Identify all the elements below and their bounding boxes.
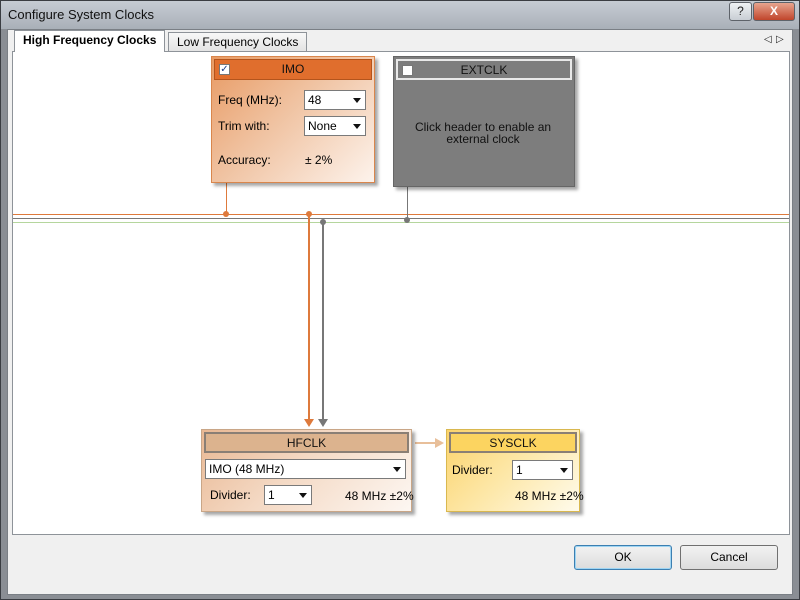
- hfclk-title: HFCLK: [286, 436, 327, 450]
- hfclk-block: HFCLK IMO (48 MHz) Divider: 1 48 MHz ±2%: [201, 429, 414, 512]
- imo-feed-junction-dot: [306, 211, 312, 217]
- extclk-header[interactable]: EXTCLK: [396, 59, 572, 80]
- hfclk-source-select[interactable]: IMO (48 MHz): [205, 459, 406, 479]
- extclk-message: Click header to enable an external clock: [414, 120, 552, 146]
- extclk-junction-dot: [404, 217, 410, 223]
- hfclk-divider-value: 1: [268, 488, 275, 502]
- imo-header[interactable]: ✓ IMO: [214, 59, 372, 80]
- sysclk-title: SYSCLK: [489, 436, 537, 450]
- sysclk-header: SYSCLK: [449, 432, 577, 453]
- dialog-client-area: High Frequency Clocks Low Frequency Cloc…: [7, 29, 793, 595]
- imo-block: ✓ IMO Freq (MHz): 48 Trim with: None Acc…: [211, 56, 375, 183]
- extclk-drop-line: [407, 187, 408, 218]
- hfclk-freq-text: 48 MHz ±2%: [345, 489, 414, 503]
- extclk-feed-junction-dot: [320, 219, 326, 225]
- chevron-down-icon: [299, 493, 307, 498]
- close-button[interactable]: X: [753, 2, 795, 21]
- ok-button[interactable]: OK: [574, 545, 672, 570]
- imo-enable-checkbox[interactable]: ✓: [219, 64, 230, 75]
- imo-accuracy-label: Accuracy:: [218, 153, 271, 167]
- tab-high-frequency-clocks[interactable]: High Frequency Clocks: [14, 30, 166, 52]
- sysclk-divider-value: 1: [516, 463, 523, 477]
- hfclk-divider-label: Divider:: [210, 488, 251, 502]
- tab-scroll-right-icon[interactable]: ▷: [776, 34, 784, 45]
- sysclk-divider-label: Divider:: [452, 463, 493, 477]
- title-bar: Configure System Clocks ? X: [1, 1, 799, 29]
- hfclk-divider-select[interactable]: 1: [264, 485, 312, 505]
- hfclk-to-sysclk-arrow-icon: [435, 438, 444, 448]
- imo-accuracy-value: ± 2%: [305, 153, 333, 167]
- extclk-feed-arrow-icon: [318, 419, 328, 427]
- extclk-title: EXTCLK: [460, 63, 508, 77]
- tab-strip: High Frequency Clocks Low Frequency Cloc…: [8, 30, 792, 52]
- configure-clocks-dialog: Configure System Clocks ? X High Frequen…: [0, 0, 800, 600]
- imo-trim-value: None: [308, 119, 337, 133]
- extclk-block: EXTCLK Click header to enable an externa…: [393, 56, 575, 187]
- hfclk-source-value: IMO (48 MHz): [209, 462, 285, 476]
- tab-scroll-left-icon[interactable]: ◁: [764, 34, 772, 45]
- chevron-down-icon: [353, 124, 361, 129]
- imo-title: IMO: [281, 62, 305, 76]
- hfclk-header: HFCLK: [204, 432, 409, 453]
- hfclk-to-sysclk-line: [415, 442, 437, 444]
- sysclk-freq-text: 48 MHz ±2%: [515, 489, 584, 503]
- imo-junction-dot: [223, 211, 229, 217]
- chevron-down-icon: [353, 98, 361, 103]
- imo-freq-label: Freq (MHz):: [218, 93, 282, 107]
- extclk-bus-line: [13, 218, 789, 219]
- ilo-bus-line: [13, 222, 789, 223]
- sysclk-block: SYSCLK Divider: 1 48 MHz ±2%: [446, 429, 584, 512]
- clock-diagram-canvas: ✓ IMO Freq (MHz): 48 Trim with: None Acc…: [12, 51, 790, 535]
- imo-freq-select[interactable]: 48: [304, 90, 366, 110]
- help-button[interactable]: ?: [729, 2, 752, 21]
- chevron-down-icon: [393, 467, 401, 472]
- imo-trim-select[interactable]: None: [304, 116, 366, 136]
- window-title: Configure System Clocks: [8, 7, 154, 22]
- cancel-button[interactable]: Cancel: [680, 545, 778, 570]
- imo-bus-line: [13, 214, 789, 215]
- imo-feed-arrow-icon: [304, 419, 314, 427]
- imo-trim-label: Trim with:: [218, 119, 270, 133]
- extclk-to-hfclk-line: [322, 222, 324, 421]
- tab-low-frequency-clocks[interactable]: Low Frequency Clocks: [168, 32, 308, 52]
- imo-drop-line: [226, 183, 227, 214]
- chevron-down-icon: [560, 468, 568, 473]
- imo-to-hfclk-line: [308, 214, 310, 421]
- extclk-enable-checkbox[interactable]: [402, 65, 413, 76]
- sysclk-divider-select[interactable]: 1: [512, 460, 573, 480]
- imo-freq-value: 48: [308, 93, 322, 107]
